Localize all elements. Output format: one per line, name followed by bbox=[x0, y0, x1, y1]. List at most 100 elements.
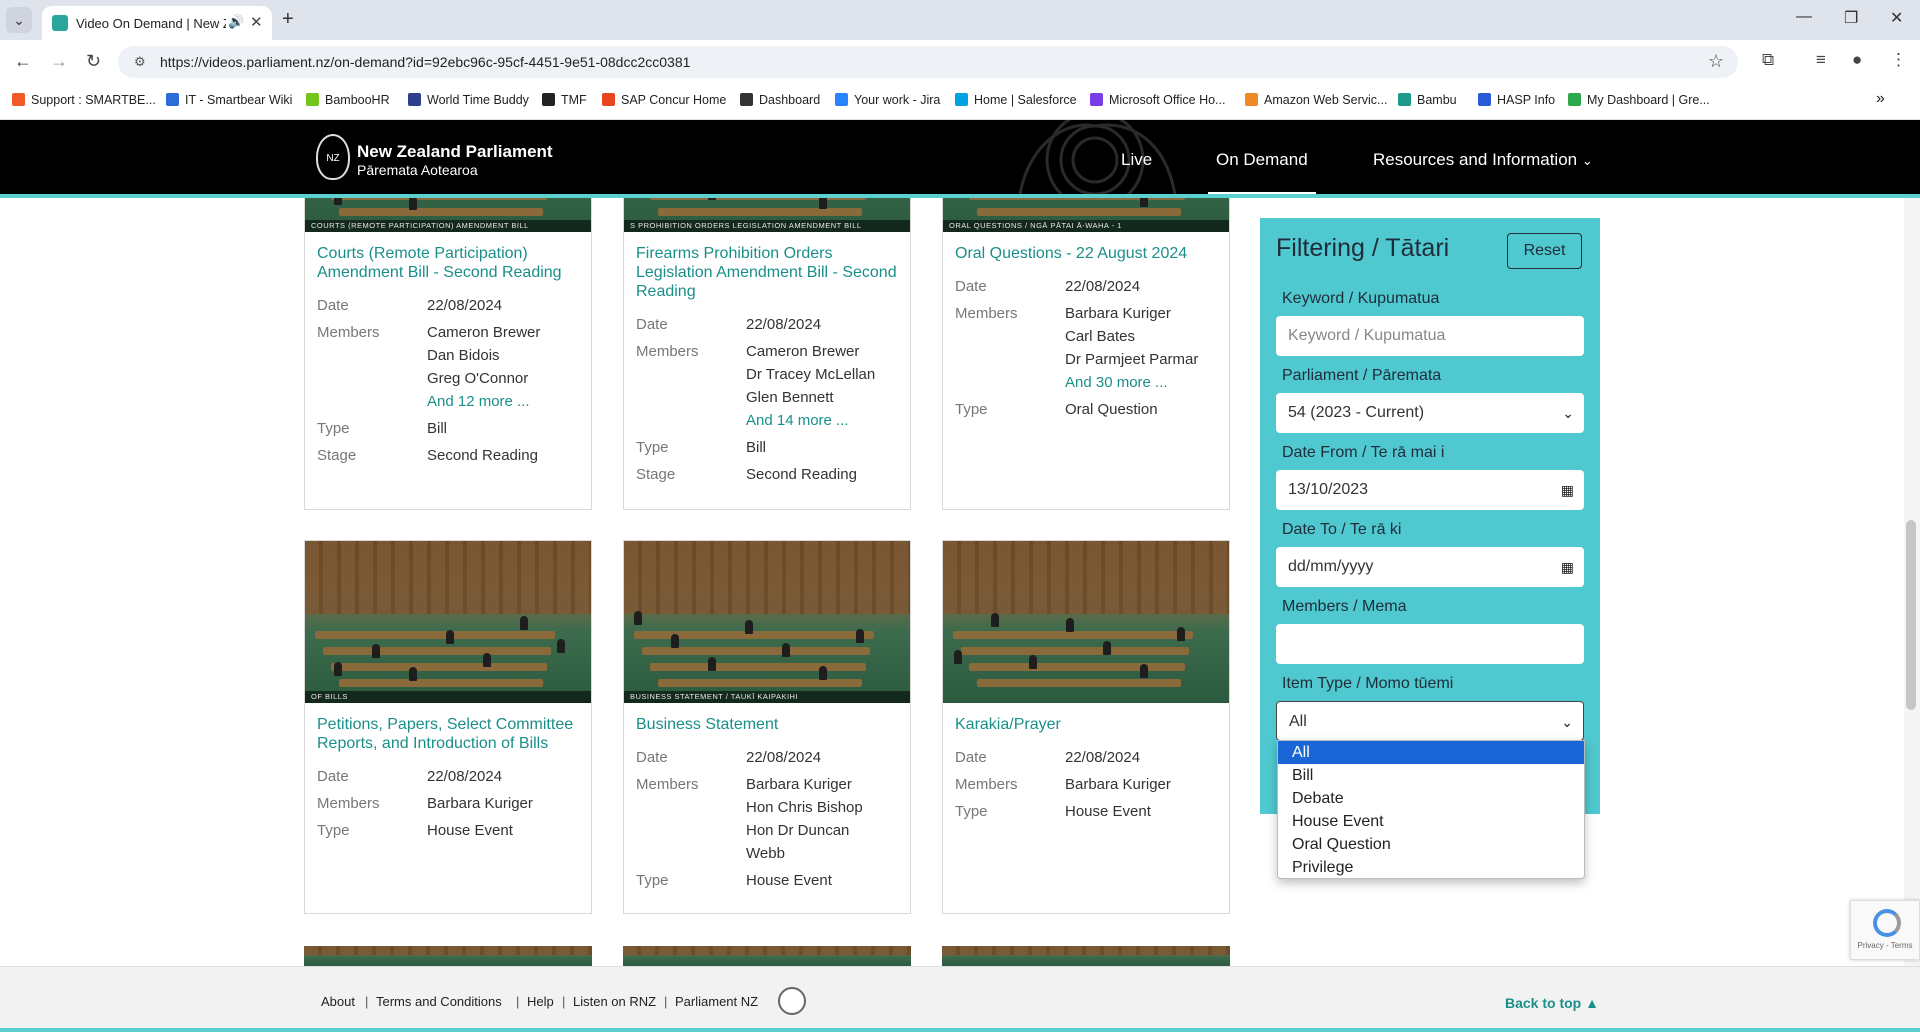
video-card[interactable]: Karakia/Prayer Date 22/08/2024 Members Barba… bbox=[942, 540, 1230, 914]
video-card[interactable]: BUSINESS STATEMENT / TAUKĪ KAIPAKIHI Busi… bbox=[623, 540, 911, 914]
video-thumbnail[interactable]: S PROHIBITION ORDERS LEGISLATION AMENDME… bbox=[624, 198, 910, 232]
footer-link[interactable]: Terms and Conditions bbox=[376, 994, 502, 1009]
video-thumbnail[interactable]: OF BILLS bbox=[305, 541, 591, 703]
profile-avatar-icon[interactable]: ● bbox=[1852, 50, 1862, 70]
bookmark-item[interactable]: TMF bbox=[542, 93, 587, 107]
card-title-link[interactable]: Oral Questions - 22 August 2024 bbox=[955, 244, 1217, 263]
bookmark-item[interactable]: Support : SMARTBE... bbox=[12, 93, 156, 107]
audio-playing-icon[interactable]: 🔊 bbox=[228, 14, 244, 30]
bookmark-item[interactable]: Dashboard bbox=[740, 93, 820, 107]
chamber-desk bbox=[634, 631, 874, 639]
address-bar[interactable]: ⚙ https://videos.parliament.nz/on-demand… bbox=[118, 46, 1738, 78]
video-card[interactable]: OF BILLS Petitions, Papers, Select Commit… bbox=[304, 540, 592, 914]
back-to-top-link[interactable]: Back to top ▲ bbox=[1505, 995, 1599, 1011]
date-label: Date bbox=[636, 749, 668, 766]
video-thumbnail[interactable]: COURTS (REMOTE PARTICIPATION) AMENDMENT … bbox=[305, 198, 591, 232]
forward-icon[interactable]: → bbox=[50, 51, 68, 72]
extensions-icon[interactable]: ⧉ bbox=[1762, 50, 1774, 70]
members-input[interactable] bbox=[1276, 624, 1584, 664]
item-type-option[interactable]: Debate bbox=[1278, 787, 1584, 810]
more-members-link[interactable]: And 30 more ... bbox=[1065, 371, 1198, 394]
nav-live[interactable]: Live bbox=[1121, 150, 1152, 170]
video-thumbnail[interactable] bbox=[304, 946, 592, 966]
footer-link[interactable]: Help bbox=[527, 994, 554, 1009]
site-title[interactable]: New Zealand Parliament bbox=[357, 142, 553, 162]
bookmark-item[interactable]: Bambu bbox=[1398, 93, 1457, 107]
footer-link[interactable]: Listen on RNZ bbox=[573, 994, 656, 1009]
tab-search-chevron-icon[interactable]: ⌄ bbox=[6, 7, 32, 33]
video-card[interactable]: ORAL QUESTIONS / NGĀ PĀTAI Ā-WAHA - 1 Ora… bbox=[942, 198, 1230, 510]
nav-on-demand[interactable]: On Demand bbox=[1216, 150, 1308, 170]
type-value: House Event bbox=[427, 822, 513, 839]
back-icon[interactable]: ← bbox=[14, 51, 32, 72]
card-title-link[interactable]: Petitions, Papers, Select Committee Repo… bbox=[317, 715, 579, 753]
video-thumbnail[interactable]: BUSINESS STATEMENT / TAUKĪ KAIPAKIHI bbox=[624, 541, 910, 703]
bookmark-item[interactable]: Microsoft Office Ho... bbox=[1090, 93, 1225, 107]
accessibility-icon[interactable] bbox=[778, 987, 806, 1015]
bookmark-item[interactable]: My Dashboard | Gre... bbox=[1568, 93, 1710, 107]
more-members-link[interactable]: And 12 more ... bbox=[427, 390, 540, 413]
recaptcha-text: Privacy - Terms bbox=[1857, 941, 1913, 950]
video-thumbnail[interactable]: ORAL QUESTIONS / NGĀ PĀTAI Ā-WAHA - 1 bbox=[943, 198, 1229, 232]
bookmark-item[interactable]: IT - Smartbear Wiki bbox=[166, 93, 292, 107]
members-row: Members Barbara Kuriger bbox=[317, 792, 579, 815]
item-type-option[interactable]: House Event bbox=[1278, 810, 1584, 833]
card-title-link[interactable]: Business Statement bbox=[636, 715, 898, 734]
video-thumbnail[interactable] bbox=[942, 946, 1230, 966]
url-text[interactable]: https://videos.parliament.nz/on-demand?i… bbox=[160, 54, 690, 70]
new-tab-icon[interactable]: + bbox=[282, 8, 294, 31]
chamber-figure bbox=[1140, 198, 1148, 207]
browser-tab-active[interactable]: Video On Demand | New Ze 🔊 ✕ bbox=[42, 6, 272, 40]
bookmark-item[interactable]: World Time Buddy bbox=[408, 93, 529, 107]
item-type-select[interactable]: All ⌄ bbox=[1276, 701, 1584, 741]
site-subtitle[interactable]: Pāremata Aotearoa bbox=[357, 162, 478, 178]
video-card[interactable]: COURTS (REMOTE PARTICIPATION) AMENDMENT … bbox=[304, 198, 592, 510]
video-thumbnail[interactable] bbox=[943, 541, 1229, 703]
item-type-option[interactable]: Oral Question bbox=[1278, 833, 1584, 856]
item-type-option[interactable]: Bill bbox=[1278, 764, 1584, 787]
parliament-select[interactable]: 54 (2023 - Current) ⌄ bbox=[1276, 393, 1584, 433]
footer-link[interactable]: Parliament NZ bbox=[675, 994, 758, 1009]
type-row: Type Oral Question bbox=[955, 398, 1217, 421]
card-title-link[interactable]: Karakia/Prayer bbox=[955, 715, 1217, 734]
thumbnail-caption: COURTS (REMOTE PARTICIPATION) AMENDMENT … bbox=[305, 220, 591, 232]
restore-icon[interactable]: ❐ bbox=[1844, 8, 1858, 28]
more-members-link[interactable]: And 14 more ... bbox=[746, 409, 875, 432]
member-name: Glen Bennett bbox=[746, 389, 834, 406]
media-control-icon[interactable]: ≡ bbox=[1816, 50, 1826, 70]
recaptcha-badge[interactable]: Privacy - Terms bbox=[1850, 900, 1920, 960]
window-close-icon[interactable]: ✕ bbox=[1890, 8, 1903, 28]
bookmark-item[interactable]: HASP Info bbox=[1478, 93, 1555, 107]
bookmark-item[interactable]: BambooHR bbox=[306, 93, 390, 107]
bookmarks-overflow-icon[interactable]: » bbox=[1876, 90, 1885, 108]
keyword-input[interactable]: Keyword / Kupumatua bbox=[1276, 316, 1584, 356]
minimize-icon[interactable]: — bbox=[1796, 8, 1812, 26]
video-thumbnail[interactable] bbox=[623, 946, 911, 966]
site-info-icon[interactable]: ⚙ bbox=[134, 54, 146, 70]
bookmark-item[interactable]: SAP Concur Home bbox=[602, 93, 726, 107]
calendar-icon[interactable]: ▦ bbox=[1561, 470, 1574, 510]
reload-icon[interactable]: ↻ bbox=[86, 51, 101, 72]
tab-close-icon[interactable]: ✕ bbox=[250, 13, 263, 31]
bookmark-item[interactable]: Your work - Jira bbox=[835, 93, 940, 107]
calendar-icon[interactable]: ▦ bbox=[1561, 547, 1574, 587]
page-scrollbar-thumb[interactable] bbox=[1906, 520, 1916, 710]
footer-link[interactable]: About bbox=[321, 994, 355, 1009]
chamber-figure bbox=[409, 667, 417, 681]
video-card[interactable]: S PROHIBITION ORDERS LEGISLATION AMENDME… bbox=[623, 198, 911, 510]
browser-menu-icon[interactable]: ⋮ bbox=[1890, 50, 1907, 70]
date-to-input[interactable]: dd/mm/yyyy ▦ bbox=[1276, 547, 1584, 587]
card-title-link[interactable]: Firearms Prohibition Orders Legislation … bbox=[636, 244, 898, 301]
bookmark-item[interactable]: Amazon Web Servic... bbox=[1245, 93, 1387, 107]
date-from-input[interactable]: 13/10/2023 ▦ bbox=[1276, 470, 1584, 510]
parliament-crest-logo[interactable]: NZ bbox=[316, 134, 350, 180]
nav-resources[interactable]: Resources and Information ⌄ bbox=[1373, 150, 1593, 170]
bookmark-item[interactable]: Home | Salesforce bbox=[955, 93, 1077, 107]
bookmark-label: TMF bbox=[561, 93, 587, 107]
reset-button[interactable]: Reset bbox=[1507, 233, 1582, 269]
card-title-link[interactable]: Courts (Remote Participation) Amendment … bbox=[317, 244, 579, 282]
bookmark-label: Bambu bbox=[1417, 93, 1457, 107]
item-type-option[interactable]: All bbox=[1278, 741, 1584, 764]
item-type-option[interactable]: Privilege bbox=[1278, 856, 1584, 879]
bookmark-star-icon[interactable]: ☆ bbox=[1708, 51, 1724, 72]
